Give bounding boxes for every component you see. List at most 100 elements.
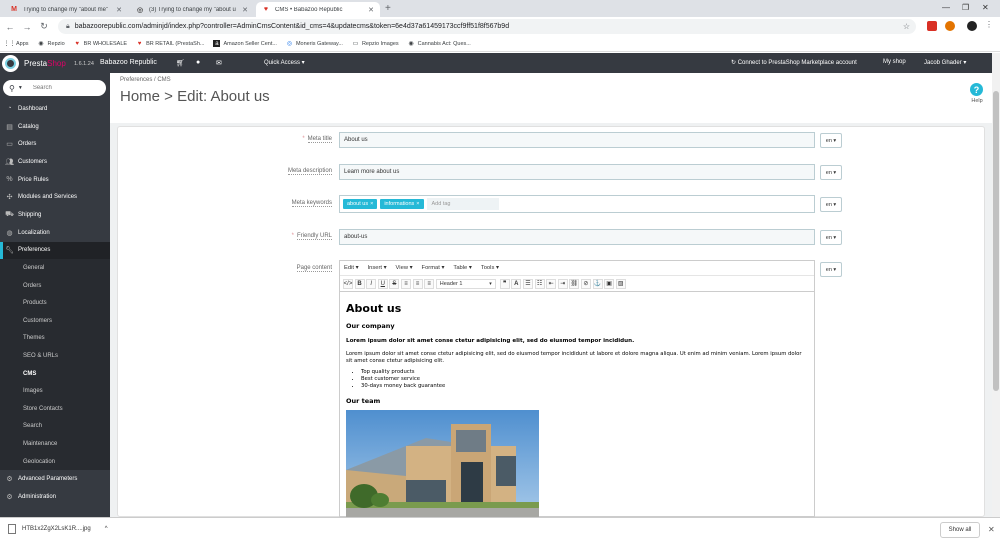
editor-menu-format[interactable]: Format ▾ <box>422 265 445 271</box>
help-button[interactable]: ? Help <box>970 83 984 104</box>
text-color-icon[interactable]: A <box>511 278 522 289</box>
language-selector[interactable]: en ▾ <box>820 165 842 180</box>
strikethrough-icon[interactable]: S <box>389 278 400 289</box>
editor-menu-table[interactable]: Table ▾ <box>453 265 471 271</box>
sidebar-subitem-customers[interactable]: Customers <box>0 311 110 330</box>
unlink-icon[interactable]: ⊘ <box>580 278 591 289</box>
remove-tag-icon[interactable]: × <box>370 201 373 207</box>
media-icon[interactable]: ▣ <box>604 278 615 289</box>
bookmark-item[interactable]: a Amazon Seller Cent... <box>213 40 277 47</box>
sidebar-item-dashboard[interactable]: ◔ Dashboard <box>0 100 110 118</box>
remove-tag-icon[interactable]: × <box>416 201 419 207</box>
chevron-up-icon[interactable]: ^ <box>105 526 108 532</box>
browser-tab-active[interactable]: ♥ CMS • Babazoo Republic ✕ <box>256 2 380 17</box>
my-shop-link[interactable]: My shop <box>883 59 906 65</box>
mail-icon[interactable]: ✉ <box>216 59 222 67</box>
editor-content[interactable]: About us Our company Lorem ipsum dolor s… <box>340 292 814 530</box>
underline-icon[interactable]: U <box>377 278 388 289</box>
avatar[interactable] <box>967 21 977 31</box>
language-selector[interactable]: en ▾ <box>820 133 842 148</box>
blockquote-icon[interactable]: ❞ <box>499 278 510 289</box>
close-icon[interactable]: ✕ <box>988 525 995 534</box>
store-building-image[interactable] <box>346 410 539 521</box>
scrollbar-thumb[interactable] <box>993 91 999 391</box>
sidebar-item-advanced-parameters[interactable]: ⚙ Advanced Parameters <box>0 470 110 488</box>
sidebar-subitem-orders[interactable]: Orders <box>0 276 110 295</box>
new-tab-icon[interactable]: + <box>385 3 391 14</box>
link-icon[interactable]: ⛓ <box>569 278 580 289</box>
sidebar-subitem-images[interactable]: Images <box>0 382 110 400</box>
outdent-icon[interactable]: ⇤ <box>546 278 557 289</box>
sidebar-subitem-themes[interactable]: Themes <box>0 329 110 348</box>
indent-icon[interactable]: ⇥ <box>557 278 568 289</box>
sidebar-item-orders[interactable]: ▭ Orders <box>0 135 110 153</box>
minimize-icon[interactable]: — <box>942 3 950 12</box>
close-tab-icon[interactable]: ✕ <box>368 6 374 14</box>
language-selector[interactable]: en ▾ <box>820 197 842 212</box>
sidebar-subitem-cms[interactable]: CMS <box>0 364 110 383</box>
bookmark-apps[interactable]: ⋮⋮ Apps <box>4 40 29 48</box>
bookmark-item[interactable]: ◉ Repzio <box>38 40 64 48</box>
browser-tab[interactable]: ◎ (3) Trying to change my "about u ✕ <box>130 2 254 17</box>
meta-title-input[interactable]: About us <box>339 132 815 148</box>
user-icon[interactable]: ● <box>196 59 200 66</box>
user-menu[interactable]: Jacob Ghader ▾ <box>924 59 966 66</box>
sidebar-item-modules[interactable]: ✣ Modules and Services <box>0 188 110 206</box>
anchor-icon[interactable]: ⚓ <box>592 278 603 289</box>
sidebar-item-catalog[interactable]: ▤ Catalog <box>0 118 110 136</box>
editor-menu-edit[interactable]: Edit ▾ <box>344 265 359 271</box>
source-code-icon[interactable]: </> <box>343 278 353 289</box>
quick-access-menu[interactable]: Quick Access ▾ <box>264 59 305 66</box>
bookmark-item[interactable]: ◎ Moneris Gateway... <box>286 40 343 48</box>
bookmark-star-icon[interactable]: ☆ <box>903 22 910 31</box>
sidebar-subitem-maintenance[interactable]: Maintenance <box>0 435 110 453</box>
menu-dots-icon[interactable]: ⋮ <box>985 20 995 30</box>
align-right-icon[interactable]: ≡ <box>424 278 435 289</box>
align-center-icon[interactable]: ≡ <box>412 278 423 289</box>
page-scrollbar[interactable] <box>992 53 1000 517</box>
sidebar-subitem-products[interactable]: Products <box>0 294 110 312</box>
sidebar-subitem-seo-urls[interactable]: SEO & URLs <box>0 347 110 365</box>
sidebar-subitem-store-contacts[interactable]: Store Contacts <box>0 399 110 418</box>
image-icon[interactable]: ▨ <box>615 278 626 289</box>
extension-icon[interactable] <box>927 21 937 31</box>
numbered-list-icon[interactable]: ☷ <box>534 278 545 289</box>
language-selector[interactable]: en ▾ <box>820 262 842 277</box>
keyword-tag[interactable]: informations × <box>380 199 424 209</box>
sidebar-item-administration[interactable]: ⚙ Administration <box>0 488 110 506</box>
italic-icon[interactable]: I <box>366 278 377 289</box>
extension-icon[interactable] <box>945 21 955 31</box>
sidebar-item-shipping[interactable]: ⛟ Shipping <box>0 206 110 224</box>
prestashop-logo[interactable] <box>2 55 19 72</box>
bullet-list-icon[interactable]: ☰ <box>522 278 533 289</box>
block-format-select[interactable]: Header 1 ▾ <box>435 278 496 289</box>
language-selector[interactable]: en ▾ <box>820 230 842 245</box>
reload-icon[interactable]: ↻ <box>37 21 51 32</box>
url-bar[interactable]: 🔒︎ babazoorepublic.com/adminjd/index.php… <box>58 19 916 34</box>
meta-keywords-input[interactable]: about us × informations × Add tag <box>339 195 815 213</box>
cart-icon[interactable]: 🛒︎ <box>176 59 185 67</box>
align-left-icon[interactable]: ≡ <box>400 278 411 289</box>
browser-tab[interactable]: M Trying to change my "about me" ✕ <box>4 2 128 17</box>
sidebar-item-price-rules[interactable]: % Price Rules <box>0 171 110 189</box>
shop-name[interactable]: Babazoo Republic <box>100 59 157 66</box>
download-item[interactable]: HTB1x2ZgX2LsK1R....jpg ^ <box>8 524 108 534</box>
sidebar-item-localization[interactable]: ◍ Localization <box>0 224 110 242</box>
bookmark-item[interactable]: ♥ BR RETAIL (PrestaSh... <box>136 40 205 47</box>
sidebar-search[interactable]: ⚲ ▼ <box>3 80 106 96</box>
search-input[interactable] <box>32 85 93 91</box>
sidebar-item-customers[interactable]: 👥︎ Customers <box>0 153 110 171</box>
editor-menu-insert[interactable]: Insert ▾ <box>368 265 387 271</box>
sidebar-subitem-search[interactable]: Search <box>0 417 110 436</box>
close-tab-icon[interactable]: ✕ <box>242 6 248 14</box>
editor-menu-tools[interactable]: Tools ▾ <box>481 265 499 271</box>
bookmark-item[interactable]: ◉ Cannabis Act: Ques... <box>408 40 471 48</box>
search-icon[interactable]: ⚲ <box>9 84 15 93</box>
add-tag-input[interactable]: Add tag <box>426 198 499 210</box>
maximize-icon[interactable]: ❐ <box>962 3 969 12</box>
bookmark-item[interactable]: ▭ Repzio Images <box>352 40 399 48</box>
keyword-tag[interactable]: about us × <box>343 199 378 209</box>
show-all-button[interactable]: Show all <box>940 522 980 538</box>
chevron-down-icon[interactable]: ▼ <box>18 85 23 91</box>
editor-menu-view[interactable]: View ▾ <box>396 265 413 271</box>
